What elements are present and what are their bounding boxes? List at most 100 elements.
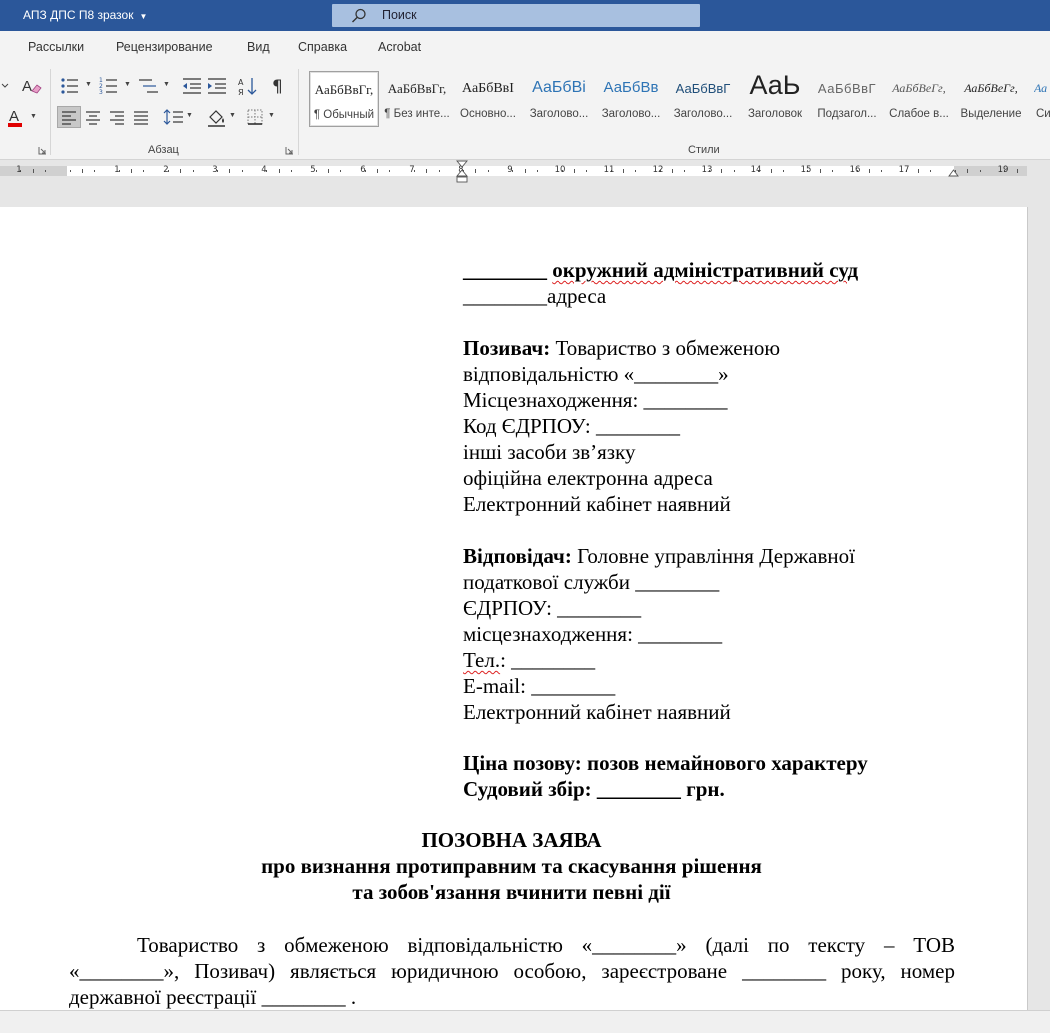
style-heading-1[interactable]: АаБбВі Заголово... xyxy=(524,71,594,127)
ruler-tick xyxy=(537,170,538,172)
court-fee: Судовий збір: ________ грн. xyxy=(463,777,725,801)
plaintiff-name: Товариство з обмеженою xyxy=(555,336,781,360)
align-left-icon xyxy=(62,111,76,125)
multilevel-list-button[interactable]: ▼ xyxy=(136,75,170,97)
bullets-button[interactable]: ▼ xyxy=(58,75,92,97)
right-indent-marker-icon[interactable] xyxy=(948,169,959,178)
sort-button[interactable]: A Я xyxy=(236,75,260,97)
ruler-tick xyxy=(820,169,821,173)
ruler-tick xyxy=(340,170,341,172)
style-label: Заголово... xyxy=(601,108,661,120)
search-box[interactable]: Поиск xyxy=(332,4,700,27)
paint-bucket-icon xyxy=(208,110,225,127)
line-spacing-button[interactable]: ▼ xyxy=(162,106,193,128)
ruler-tick xyxy=(94,170,95,172)
tel-label: Тел. xyxy=(463,648,501,672)
tab-review[interactable]: Рецензирование xyxy=(116,40,213,54)
indent-marker-icon[interactable] xyxy=(456,160,468,184)
ruler-number: 1 xyxy=(114,165,120,175)
ruler-number: 7 xyxy=(409,165,415,175)
pilcrow-icon: ¶ xyxy=(272,77,283,97)
font-color-button[interactable]: A ▼ xyxy=(6,107,37,129)
horizontal-ruler[interactable]: 1 1 2 3 4 5 6 7 8 9 10 11 12 13 14 15 16… xyxy=(0,165,1027,176)
ruler-number: 6 xyxy=(360,165,366,175)
align-center-button[interactable] xyxy=(81,106,105,128)
plaintiff-edrpou: Код ЄДРПОУ: ________ xyxy=(463,414,680,438)
style-normal[interactable]: АаБбВвГг, ¶ Обычный xyxy=(309,71,379,127)
shading-button[interactable]: ▼ xyxy=(205,106,236,128)
chevron-down-icon[interactable]: ▼ xyxy=(268,112,275,119)
chevron-down-icon[interactable]: ▼ xyxy=(85,81,92,88)
chevron-down-icon[interactable]: ▼ xyxy=(229,112,236,119)
show-formatting-button[interactable]: ¶ xyxy=(267,75,291,97)
ruler-number: 10 xyxy=(554,165,566,175)
style-heading-3[interactable]: АаБбВвГ Заголово... xyxy=(668,71,738,127)
decrease-indent-icon xyxy=(183,78,201,94)
ruler-tick xyxy=(684,170,685,172)
decrease-indent-button[interactable] xyxy=(180,75,204,97)
tab-view[interactable]: Вид xyxy=(247,40,270,54)
style-label: Заголово... xyxy=(529,108,589,120)
document-heading: ПОЗОВНА ЗАЯВА xyxy=(421,828,602,852)
group-divider xyxy=(50,69,51,155)
ruler-number: 14 xyxy=(750,165,762,175)
style-subtle-emphasis[interactable]: АаБбВеГг, Слабое в... xyxy=(884,71,954,127)
ruler-number: 17 xyxy=(898,165,910,175)
ruler-number: 9 xyxy=(507,165,513,175)
style-preview: АаБбВі xyxy=(532,79,586,96)
ruler-tick xyxy=(439,170,440,172)
style-preview: АаБбВвГ xyxy=(817,81,877,96)
tab-mailings[interactable]: Рассылки xyxy=(28,40,84,54)
ruler-number: 19 xyxy=(997,165,1009,175)
style-subtitle[interactable]: АаБбВвГ Подзагол... xyxy=(812,71,882,127)
ruler-tick xyxy=(193,170,194,172)
style-heading-2[interactable]: АаБбВв Заголово... xyxy=(596,71,666,127)
style-label: ¶ Обычный xyxy=(313,109,375,121)
style-no-spacing[interactable]: АаБбВвГг, ¶ Без инте... xyxy=(382,71,452,127)
increase-indent-button[interactable] xyxy=(205,75,229,97)
ruler-tick xyxy=(475,169,476,173)
status-bar xyxy=(0,1010,1050,1033)
borders-button[interactable]: ▼ xyxy=(244,106,275,128)
document-subheading: про визнання протиправним та скасування … xyxy=(261,854,762,878)
font-chevron-icon xyxy=(0,75,24,97)
plaintiff-location: Місцезнаходження: ________ xyxy=(463,388,728,412)
ruler-tick xyxy=(574,169,575,173)
style-intense-emphasis[interactable]: Аа Си xyxy=(1028,71,1050,127)
court-address: ________адреса xyxy=(463,284,607,308)
tab-help[interactable]: Справка xyxy=(298,40,347,54)
ruler-tick xyxy=(869,169,870,173)
defendant-edrpou: ЄДРПОУ: ________ xyxy=(463,596,642,620)
chevron-down-icon[interactable]: ▼ xyxy=(124,81,131,88)
style-preview: АаБбВв xyxy=(603,79,659,96)
dialog-launcher-icon[interactable] xyxy=(38,146,47,155)
ruler-number: 11 xyxy=(603,165,615,175)
ruler-tick xyxy=(316,170,317,172)
justify-button[interactable] xyxy=(129,106,153,128)
tab-acrobat[interactable]: Acrobat xyxy=(378,40,421,54)
chevron-down-icon[interactable]: ▼ xyxy=(186,112,193,119)
ruler-tick xyxy=(1017,169,1018,173)
ruler-number: 16 xyxy=(849,165,861,175)
style-body-text[interactable]: АаБбВвІ Основно... xyxy=(453,71,523,127)
align-right-button[interactable] xyxy=(105,106,129,128)
align-left-button[interactable] xyxy=(57,106,81,128)
ruler-tick xyxy=(525,169,526,173)
document-page[interactable]: ________ окружний адміністративний суд _… xyxy=(0,207,1028,1017)
document-title-menu[interactable]: АПЗ ДПС П8 зразок ▼ xyxy=(23,8,147,22)
ruler-number: 1 xyxy=(16,165,22,175)
chevron-down-icon[interactable]: ▼ xyxy=(163,81,170,88)
dialog-launcher-icon[interactable] xyxy=(285,146,294,155)
chevron-down-icon[interactable]: ▼ xyxy=(30,113,37,120)
court-line: ________ окружний адміністративний суд xyxy=(463,257,858,283)
svg-text:3: 3 xyxy=(99,89,103,96)
align-right-icon xyxy=(110,111,124,125)
court-name: окружний адміністративний суд xyxy=(552,258,859,282)
tel-value: : ________ xyxy=(500,648,596,672)
style-emphasis[interactable]: АаБбВеГг, Выделение xyxy=(956,71,1026,127)
ruler-tick xyxy=(377,169,378,173)
defendant-name-cont: податкової служби ________ xyxy=(463,570,720,594)
numbering-button[interactable]: 1 2 3 ▼ xyxy=(97,75,131,97)
style-title[interactable]: АаЬ Заголовок xyxy=(740,70,810,127)
ruler-tick xyxy=(180,169,181,173)
